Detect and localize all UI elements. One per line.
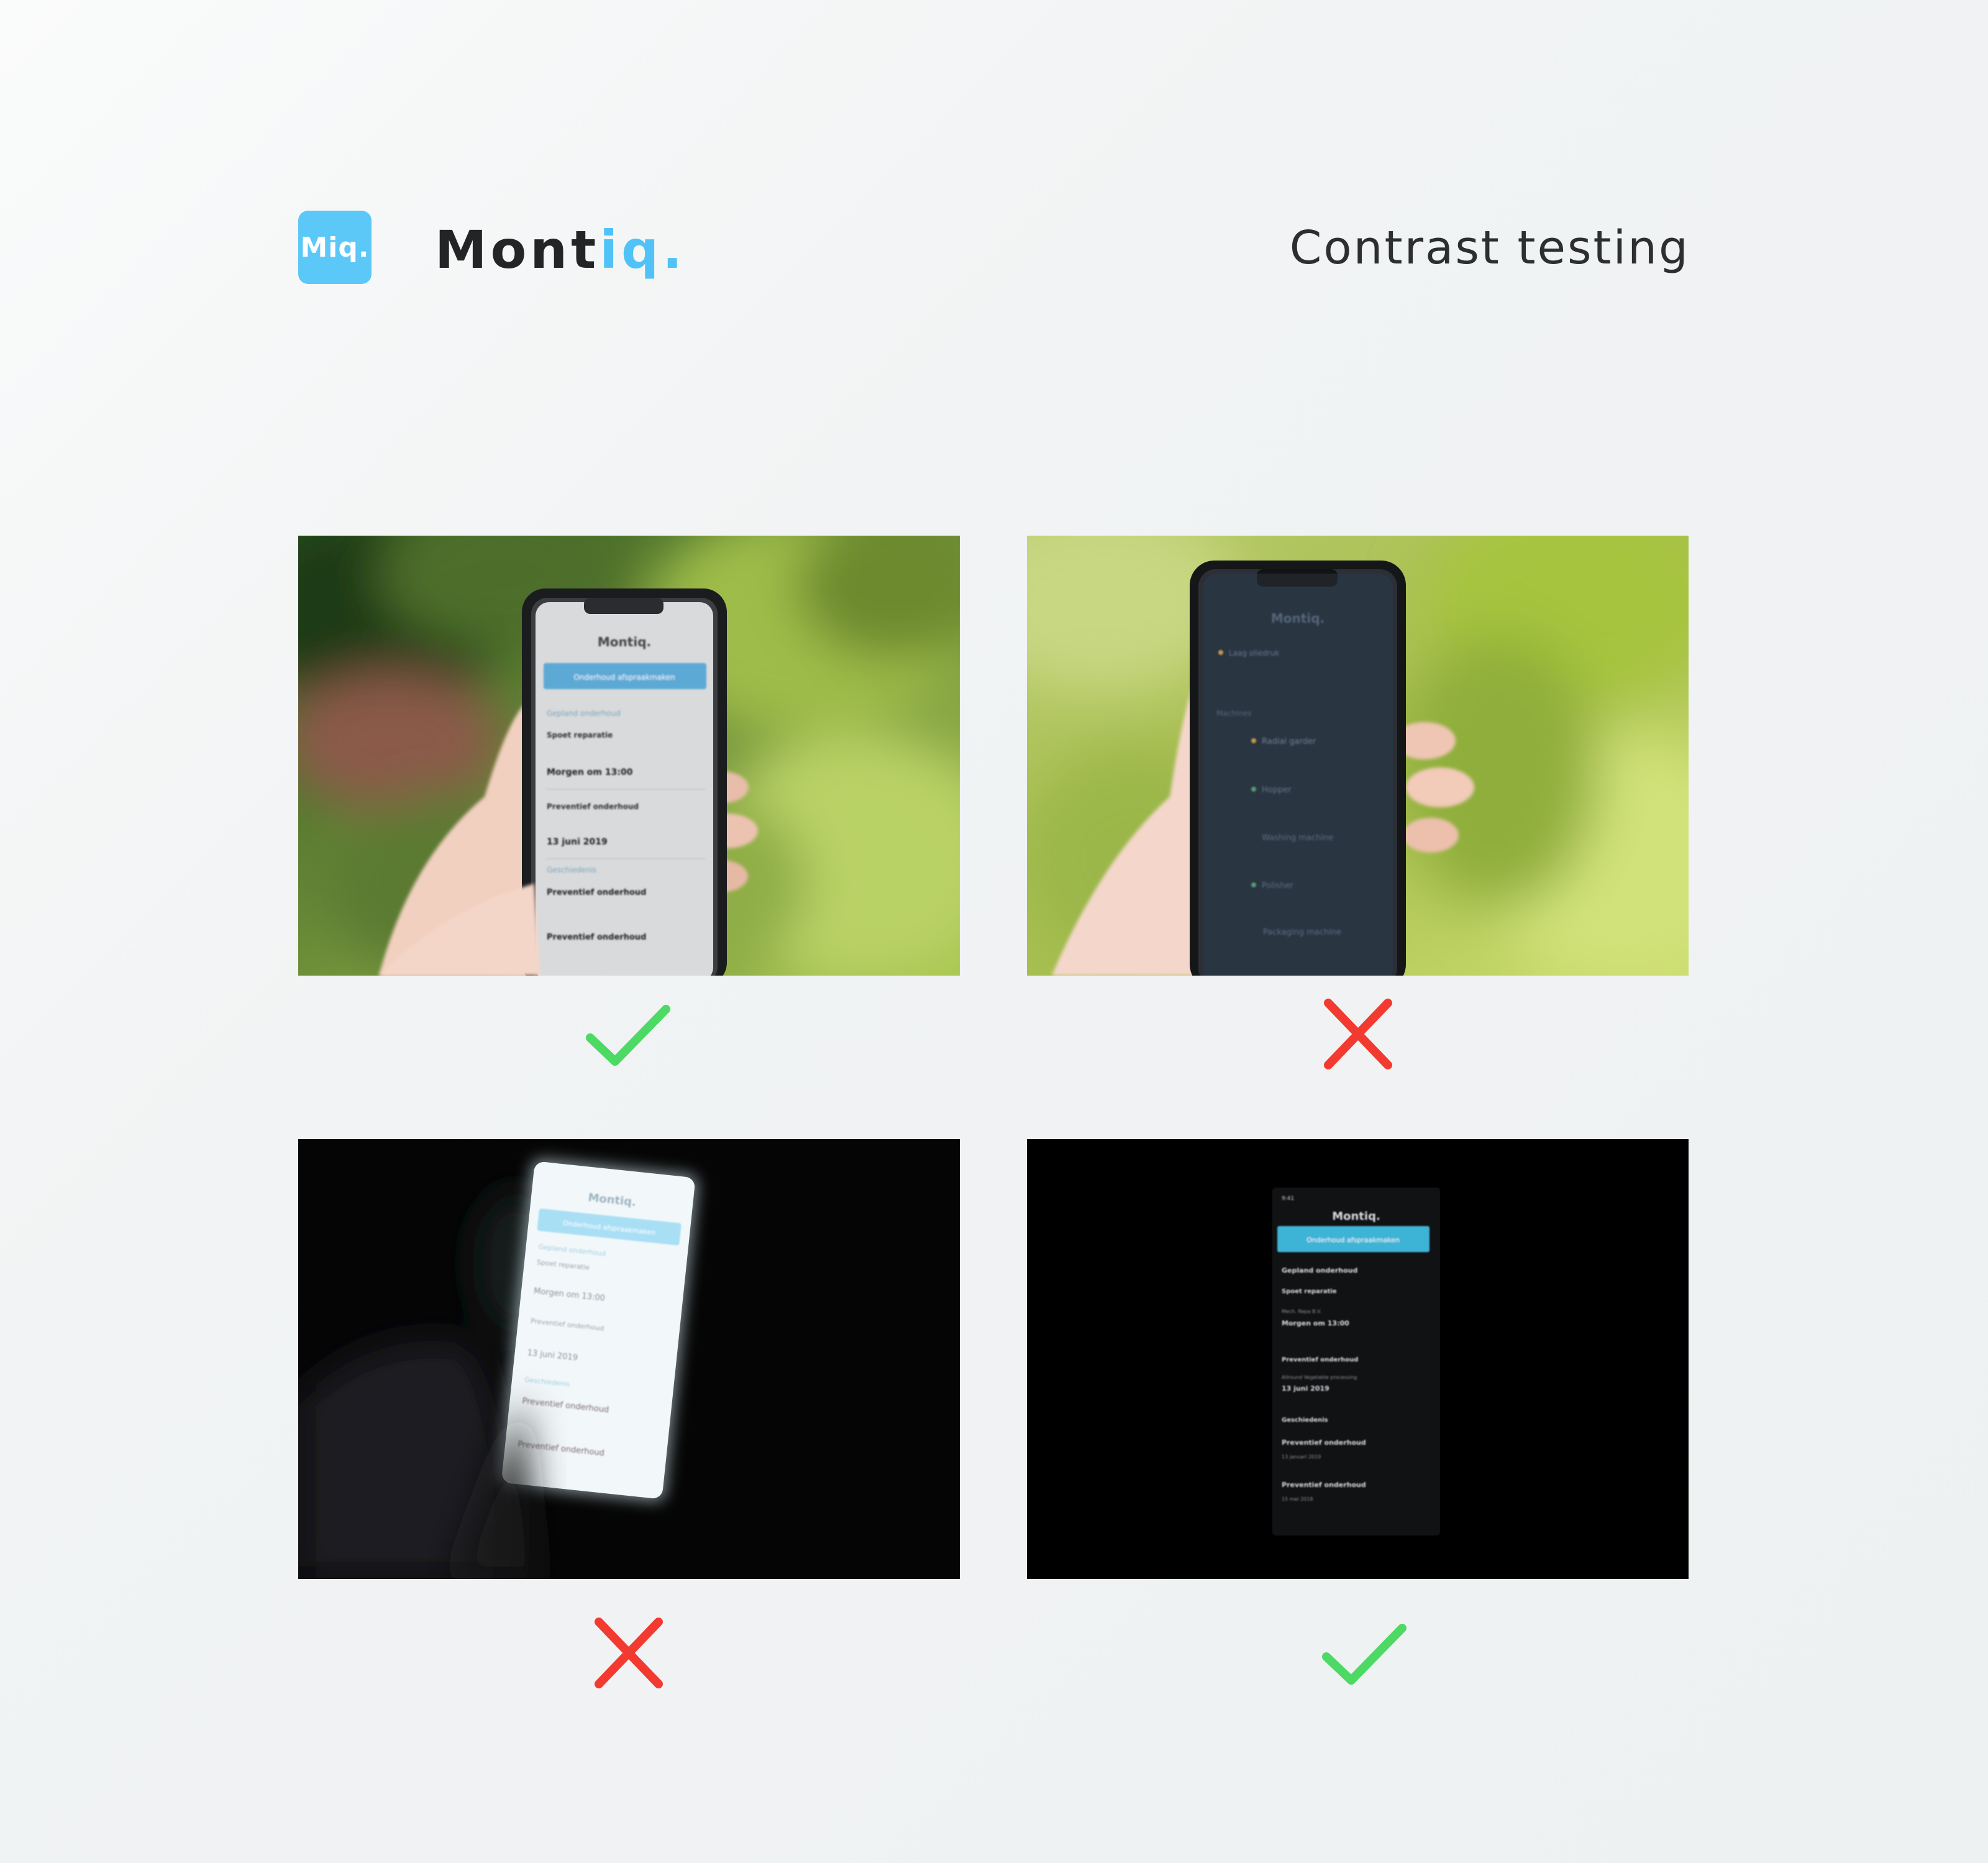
svg-text:15 mei 2018: 15 mei 2018 — [1282, 1496, 1313, 1502]
svg-text:Allround Vegetable processing: Allround Vegetable processing — [1282, 1375, 1357, 1380]
svg-text:Morgen om 13:00: Morgen om 13:00 — [1282, 1319, 1349, 1327]
photo-light-ui-dark: Montiq. Onderhoud afspraakmaken Gepland … — [298, 1139, 960, 1579]
checkmark-icon — [579, 996, 678, 1076]
svg-text:13 juni 2019: 13 juni 2019 — [547, 837, 608, 847]
svg-text:9:41: 9:41 — [1282, 1196, 1294, 1202]
svg-text:Onderhoud afspraakmaken: Onderhoud afspraakmaken — [573, 673, 675, 682]
svg-text:Morgen om 13:00: Morgen om 13:00 — [547, 767, 633, 777]
cross-icon — [579, 1614, 678, 1695]
svg-text:13 juni 2019: 13 juni 2019 — [1282, 1385, 1329, 1393]
svg-text:Preventief onderhoud: Preventief onderhoud — [1282, 1439, 1366, 1447]
svg-text:Montiq.: Montiq. — [598, 634, 651, 649]
svg-text:Onderhoud afspraakmaken: Onderhoud afspraakmaken — [1306, 1236, 1400, 1244]
svg-text:Mech. Repa B.V.: Mech. Repa B.V. — [1282, 1309, 1321, 1314]
svg-text:Preventief onderhoud: Preventief onderhoud — [547, 802, 639, 811]
photo-dark-ui-dark-image: 9:41 Montiq. Onderhoud afspraakmaken Gep… — [1027, 1139, 1689, 1579]
svg-text:Geschiedenis: Geschiedenis — [547, 866, 596, 874]
checkmark-icon-shape — [1322, 1624, 1407, 1685]
photo-dark-ui-daylight-image: Montiq. Laag oliedruk Machines Radial ga… — [1027, 536, 1689, 976]
svg-text:Gepland onderhoud: Gepland onderhoud — [547, 709, 621, 718]
montiq-logo: Montiq. — [435, 224, 686, 276]
photo-light-ui-dark-image: Montiq. Onderhoud afspraakmaken Gepland … — [298, 1139, 960, 1579]
cross-icon — [1308, 996, 1408, 1076]
svg-text:Montiq.: Montiq. — [1332, 1210, 1380, 1223]
logo-accent-text: iq. — [600, 219, 686, 280]
checkmark-icon-shape — [586, 1005, 670, 1066]
photo-light-ui-daylight: Montiq. Onderhoud afspraakmaken Gepland … — [298, 536, 960, 976]
app-icon-label: Miq. — [300, 231, 370, 263]
photo-light-ui-daylight-image: Montiq. Onderhoud afspraakmaken Gepland … — [298, 536, 960, 976]
svg-text:Preventief onderhoud: Preventief onderhoud — [1282, 1481, 1366, 1489]
svg-text:Spoet reparatie: Spoet reparatie — [1282, 1288, 1337, 1295]
cross-icon-shape — [1324, 999, 1392, 1069]
svg-text:Preventief onderhoud: Preventief onderhoud — [1282, 1357, 1358, 1363]
logo-text: Mont — [435, 219, 600, 280]
svg-text:Geschiedenis: Geschiedenis — [1282, 1417, 1328, 1424]
svg-text:Gepland onderhoud: Gepland onderhoud — [1282, 1266, 1357, 1275]
svg-text:13 januari 2019: 13 januari 2019 — [1282, 1454, 1321, 1460]
svg-text:Preventief onderhoud: Preventief onderhoud — [547, 933, 646, 942]
photo-dark-ui-dark: 9:41 Montiq. Onderhoud afspraakmaken Gep… — [1027, 1139, 1689, 1579]
page-title: Contrast testing — [1289, 221, 1690, 275]
svg-text:Preventief onderhoud: Preventief onderhoud — [547, 888, 646, 897]
cross-icon-shape — [595, 1618, 663, 1688]
photo-dark-ui-daylight: Montiq. Laag oliedruk Machines Radial ga… — [1027, 536, 1689, 976]
checkmark-icon — [1315, 1614, 1415, 1695]
app-icon: Miq. — [298, 211, 372, 284]
svg-text:Spoet reparatie: Spoet reparatie — [547, 731, 613, 739]
